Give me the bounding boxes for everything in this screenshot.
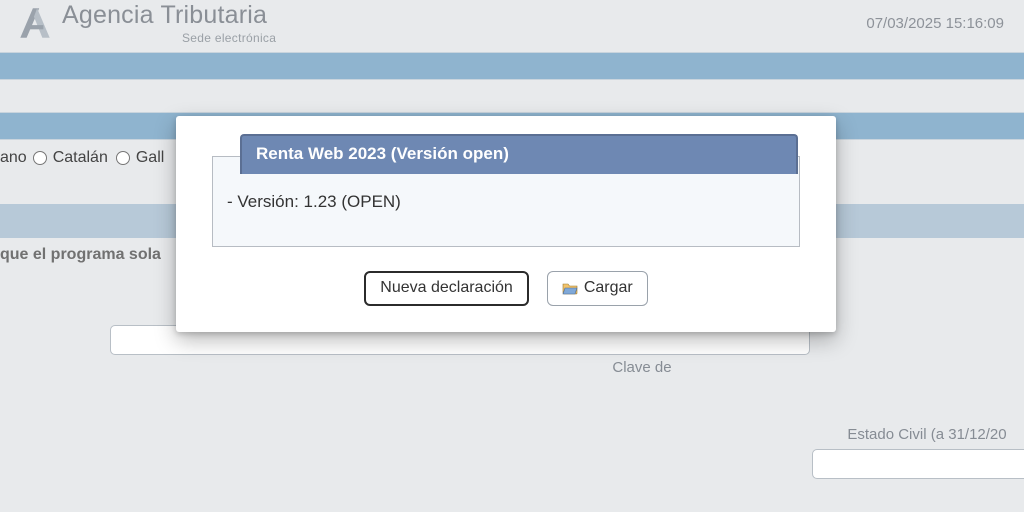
load-button-label: Cargar [584,279,633,297]
language-label-gallego-partial: Gall [136,149,164,167]
radio-gallego[interactable] [116,151,130,165]
label-clave: Clave de [0,359,1024,376]
modal-body: - Versión: 1.23 (OPEN) [213,184,799,246]
app-header: Agencia Tributaria Sede electrónica 07/0… [0,0,1024,52]
label-estado-civil-partial: Estado Civil (a 31/12/20 [847,426,1006,443]
page-timestamp: 07/03/2025 15:16:09 [866,15,1004,32]
modal-actions: Nueva declaración Cargar [212,271,800,306]
new-declaration-button[interactable]: Nueva declaración [364,271,529,306]
load-button[interactable]: Cargar [547,271,648,306]
version-modal: Renta Web 2023 (Versión open) - Versión:… [176,116,836,332]
nav-stripe [0,52,1024,80]
radio-catalan[interactable] [33,151,47,165]
modal-card: Renta Web 2023 (Versión open) - Versión:… [212,156,800,247]
brand-text: Agencia Tributaria Sede electrónica [62,3,276,44]
brand-subtitle: Sede electrónica [62,32,276,44]
language-option-partial: ano [0,149,27,167]
field-estado-civil: Estado Civil (a 31/12/20 [812,426,1024,479]
modal-title: Renta Web 2023 (Versión open) [240,134,798,174]
folder-open-icon [562,281,578,295]
brand: Agencia Tributaria Sede electrónica [14,2,276,44]
input-estado-civil[interactable] [812,449,1024,479]
brand-title: Agencia Tributaria [62,3,276,28]
new-declaration-label: Nueva declaración [380,279,513,297]
language-label-catalan: Catalán [53,149,108,167]
agency-logo-icon [14,2,56,44]
spacer [0,80,1024,112]
